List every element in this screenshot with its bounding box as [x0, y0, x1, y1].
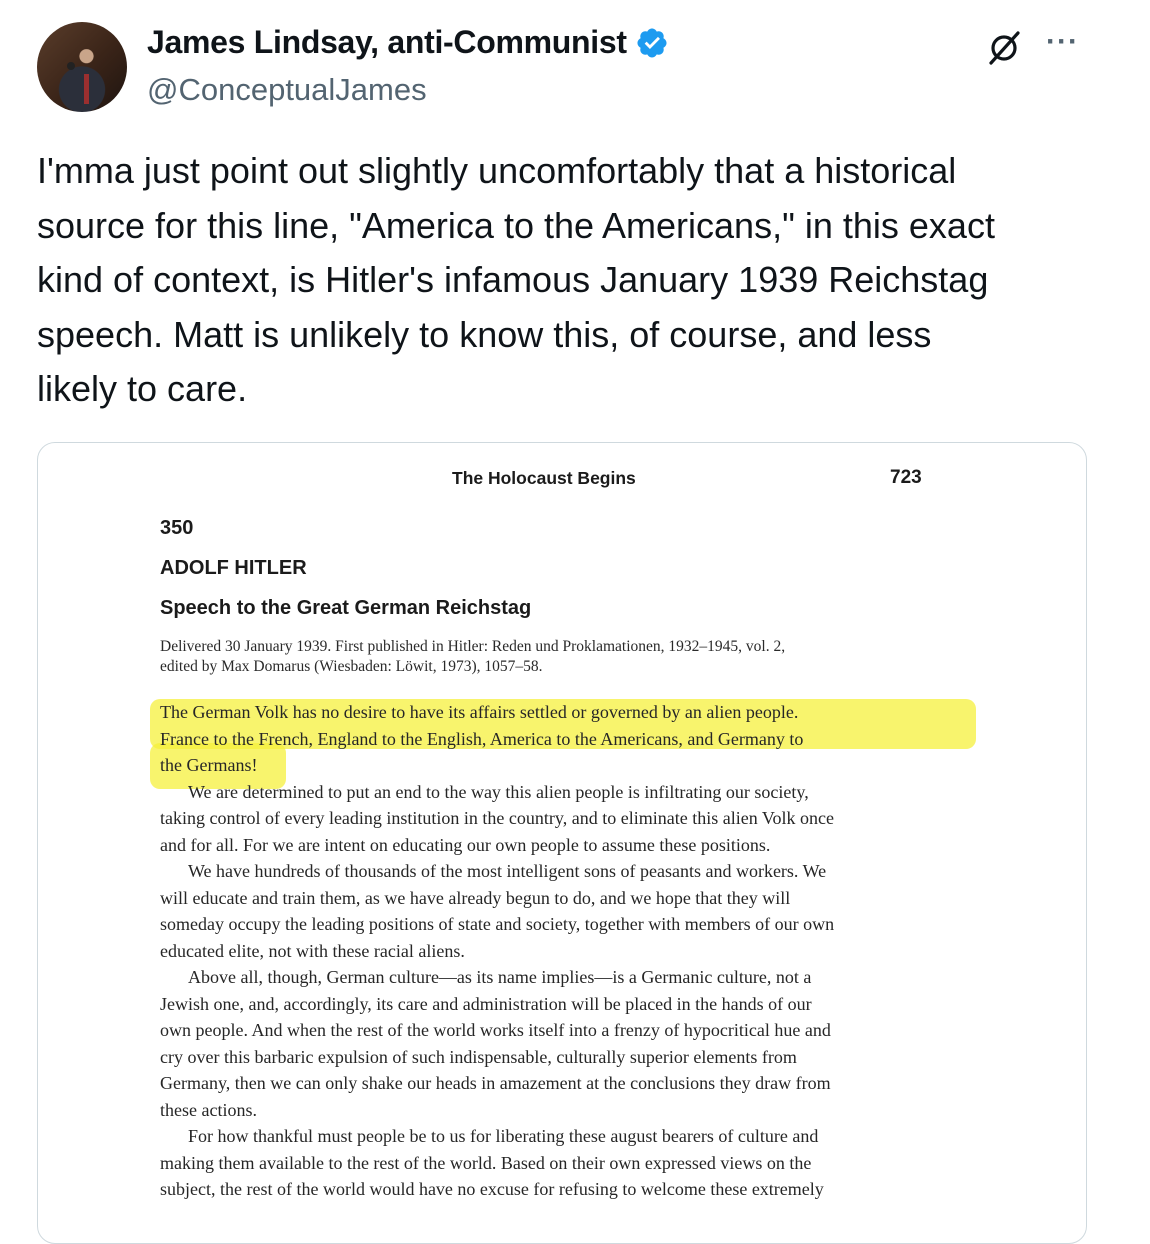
- tweet-line: speech. Matt is unlikely to know this, o…: [37, 313, 932, 355]
- tweet-line: I'mma just point out slightly uncomforta…: [37, 150, 957, 191]
- body-line: France to the French, England to the Eng…: [160, 728, 804, 749]
- body-line: taking control of every leading institut…: [160, 808, 835, 828]
- tweet-line: kind of context, is Hitler's infamous Ja…: [37, 259, 989, 300]
- source-note: Delivered 30 January 1939. First publish…: [160, 637, 785, 677]
- body-line: Germany, then we can only shake our head…: [160, 1073, 831, 1093]
- tweet-line: source for this line, "America to the Am…: [37, 204, 995, 246]
- verified-badge-icon: [637, 27, 667, 58]
- source-line: Delivered 30 January 1939. First publish…: [160, 638, 786, 655]
- author-display-name[interactable]: James Lindsay, anti-Communist: [147, 24, 627, 61]
- body-line: these actions.: [160, 1099, 257, 1120]
- author-handle[interactable]: @ConceptualJames: [147, 72, 427, 108]
- body-line: educated elite, not with these racial al…: [160, 940, 465, 961]
- microphone-shape: [67, 62, 75, 70]
- tweet-text: I'mma just point out slightly uncomforta…: [37, 144, 1097, 417]
- body-line: will educate and train them, as we have …: [160, 887, 791, 908]
- body-line: We are determined to put an end to the w…: [188, 781, 809, 802]
- document-title: Speech to the Great German Reichstag: [160, 597, 532, 619]
- attached-image[interactable]: The Holocaust Begins 723 350 ADOLF HITLE…: [37, 442, 1087, 1244]
- body-line: subject, the rest of the world would hav…: [160, 1179, 824, 1199]
- author-name-row: James Lindsay, anti-Communist: [147, 24, 669, 61]
- page-number: 723: [890, 467, 922, 488]
- grok-icon[interactable]: [984, 28, 1024, 68]
- document-author: ADOLF HITLER: [160, 557, 307, 579]
- body-line: own people. And when the rest of the wor…: [160, 1020, 831, 1040]
- body-line: Jewish one, and, accordingly, its care a…: [160, 993, 812, 1014]
- body-line: Above all, though, German culture—as its…: [188, 967, 812, 987]
- tweet-line: likely to care.: [37, 368, 248, 409]
- body-line: someday occupy the leading positions of …: [160, 914, 835, 934]
- body-line: and for all. For we are intent on educat…: [160, 834, 771, 855]
- tie-shape: [84, 74, 89, 104]
- document-number: 350: [160, 517, 194, 539]
- body-line: cry over this barbaric expulsion of such…: [160, 1046, 797, 1067]
- author-avatar[interactable]: [37, 22, 127, 112]
- body-line: The German Volk has no desire to have it…: [160, 702, 799, 722]
- body-line: the Germans!: [160, 755, 258, 775]
- body-line: For how thankful must people be to us fo…: [188, 1126, 819, 1146]
- speech-text: The German Volk has no desire to have it…: [160, 699, 930, 1203]
- body-line: We have hundreds of thousands of the mos…: [188, 861, 827, 881]
- more-options-icon[interactable]: ···: [1046, 27, 1079, 57]
- body-line: making them available to the rest of the…: [160, 1152, 812, 1173]
- running-head: The Holocaust Begins: [452, 468, 636, 488]
- source-line: edited by Max Domarus (Wiesbaden: Löwit,…: [160, 658, 543, 675]
- book-page: The Holocaust Begins 723 350 ADOLF HITLE…: [38, 443, 1086, 1243]
